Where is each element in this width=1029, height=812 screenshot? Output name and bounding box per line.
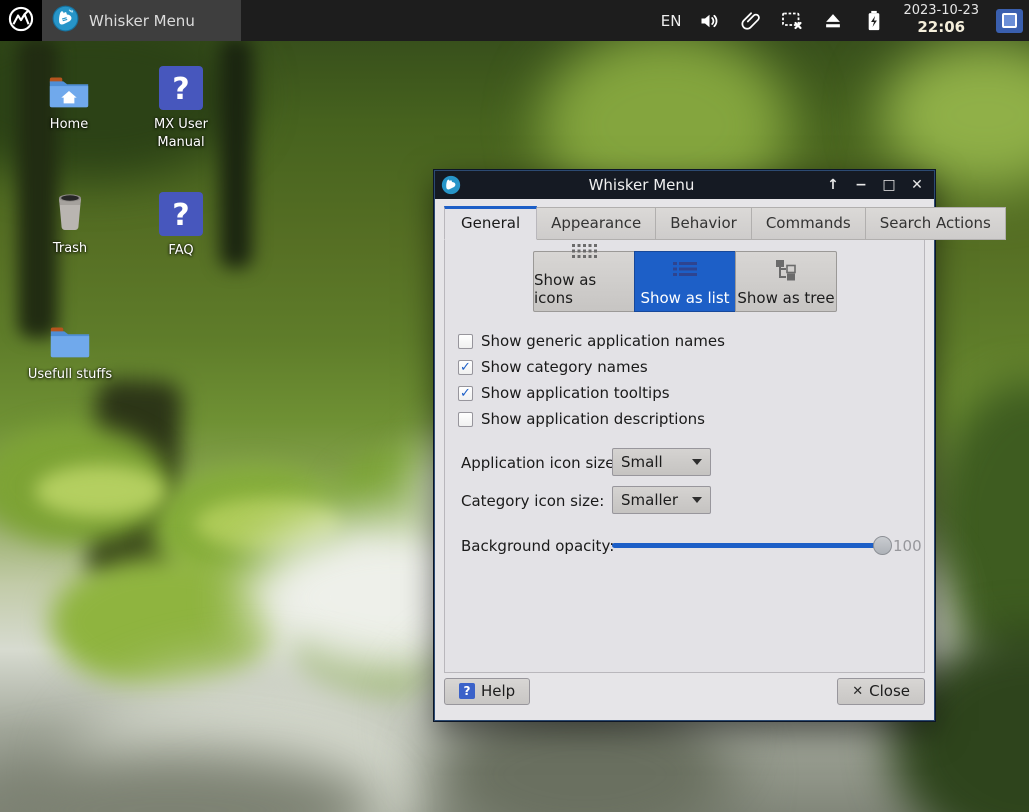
question-mark-icon: ? [158, 190, 204, 236]
checkbox-label: Show application tooltips [481, 384, 670, 402]
svg-text:?: ? [172, 198, 189, 233]
wallpaper-moss-highlight [35, 465, 165, 517]
window-controls: ↑ − □ ✕ [822, 174, 928, 196]
desktop-icon-trash[interactable]: Trash [22, 188, 118, 258]
select-value: Smaller [621, 491, 679, 509]
tree-view-icon [773, 259, 799, 285]
panel-date: 2023-10-23 [903, 3, 979, 19]
desktop-icon-label: Home [49, 117, 89, 132]
whisker-app-icon [52, 5, 79, 36]
battery-icon[interactable] [862, 9, 886, 33]
window-title: Whisker Menu [588, 176, 695, 194]
close-button-label: Close [869, 682, 910, 700]
category-icon-size-label: Category icon size: [461, 492, 605, 510]
background-opacity-slider[interactable] [612, 543, 882, 548]
taskbar-item-label: Whisker Menu [89, 11, 195, 30]
desktop-icon-usefull-stuffs[interactable]: Usefull stuffs [22, 314, 118, 384]
select-value: Small [621, 453, 663, 471]
trash-icon [47, 188, 93, 234]
help-button[interactable]: ? Help [444, 677, 531, 705]
checkbox-row-category-names[interactable]: ✓ Show category names [458, 357, 648, 377]
svg-text:?: ? [172, 72, 189, 107]
tab-appearance[interactable]: Appearance [536, 207, 657, 240]
window-whisker-icon [441, 175, 461, 195]
window-titlebar[interactable]: Whisker Menu ↑ − □ ✕ [435, 171, 934, 199]
list-view-icon [672, 261, 698, 285]
tab-behavior[interactable]: Behavior [655, 207, 752, 240]
show-as-tree-button[interactable]: Show as tree [735, 251, 837, 312]
checkbox-row-application-tooltips[interactable]: ✓ Show application tooltips [458, 383, 670, 403]
show-as-icons-button[interactable]: Show as icons [533, 244, 635, 312]
settings-tabbar: General Appearance Behavior Commands Sea… [444, 206, 1006, 240]
view-mode-button-group: Show as icons Show as list Show as tree [533, 244, 837, 312]
slider-value: 100 [893, 537, 922, 555]
checkbox[interactable]: ✓ [458, 411, 473, 427]
maximize-window-button[interactable]: □ [878, 174, 900, 196]
application-icon-size-select[interactable]: Small [612, 448, 711, 476]
checkbox[interactable]: ✓ [458, 359, 473, 375]
attachment-icon[interactable] [739, 9, 763, 33]
checkbox-row-application-descriptions[interactable]: ✓ Show application descriptions [458, 409, 705, 429]
show-as-list-button[interactable]: Show as list [634, 251, 736, 312]
general-tab-panel: Show as icons Show as list Show as tree … [444, 239, 925, 673]
checkbox[interactable]: ✓ [458, 385, 473, 401]
dialog-body: General Appearance Behavior Commands Sea… [435, 199, 1006, 720]
help-icon: ? [459, 683, 475, 699]
keyboard-layout-indicator[interactable]: EN [661, 12, 682, 30]
desktop-icon-home[interactable]: Home [21, 64, 117, 134]
dialog-action-row: ? Help ✕ Close [444, 673, 925, 720]
view-mode-label: Show as icons [534, 271, 597, 307]
checkbox[interactable]: ✓ [458, 333, 473, 349]
desktop-icon-label: MX User Manual [154, 117, 208, 150]
mx-logo-icon [7, 5, 35, 37]
desktop-icon-label: Trash [52, 241, 88, 256]
application-icon-size-label: Application icon size: [461, 454, 620, 472]
taskbar-item-whisker-menu[interactable]: Whisker Menu [42, 0, 241, 41]
tab-general[interactable]: General [444, 206, 538, 240]
system-tray: EN 2023-10-23 22:06 [661, 3, 1029, 37]
checkbox-label: Show category names [481, 358, 648, 376]
background-opacity-label: Background opacity: [461, 537, 615, 555]
workspace-switcher[interactable] [996, 8, 1023, 33]
grid-view-icon [571, 243, 597, 267]
view-mode-label: Show as tree [737, 289, 835, 307]
tab-search-actions[interactable]: Search Actions [864, 207, 1006, 240]
checkbox-label: Show generic application names [481, 332, 725, 350]
help-button-label: Help [481, 682, 516, 700]
checkbox-row-generic-names[interactable]: ✓ Show generic application names [458, 331, 725, 351]
checkbox-label: Show application descriptions [481, 410, 705, 428]
close-window-button[interactable]: ✕ [906, 174, 928, 196]
whisker-menu-settings-window: Whisker Menu ↑ − □ ✕ General Appearance … [434, 170, 1006, 721]
close-button[interactable]: ✕ Close [837, 677, 925, 705]
panel-time: 22:06 [917, 18, 966, 37]
home-folder-icon [46, 64, 92, 110]
view-mode-label: Show as list [640, 289, 730, 307]
desktop-icon-mx-user-manual[interactable]: ? MX User Manual [133, 64, 229, 151]
top-panel: Whisker Menu EN 2023-10-23 22:06 [0, 0, 1029, 41]
wallpaper-light-patch [880, 40, 1029, 190]
desktop-icon-label: Usefull stuffs [27, 367, 113, 382]
display-disabled-icon[interactable] [780, 9, 804, 33]
desktop-screen: Whisker Menu EN 2023-10-23 22:06 Home ? … [0, 0, 1029, 812]
tab-commands[interactable]: Commands [750, 207, 866, 240]
question-mark-icon: ? [158, 64, 204, 110]
close-icon: ✕ [852, 683, 864, 699]
volume-icon[interactable] [698, 9, 722, 33]
chevron-down-icon [692, 459, 702, 465]
mx-menu-button[interactable] [0, 0, 42, 41]
slider-handle[interactable] [873, 536, 892, 555]
clock[interactable]: 2023-10-23 22:06 [903, 3, 979, 37]
shade-window-button[interactable]: ↑ [822, 174, 844, 196]
eject-icon[interactable] [821, 9, 845, 33]
minimize-window-button[interactable]: − [850, 174, 872, 196]
desktop-icon-label: FAQ [168, 243, 194, 258]
chevron-down-icon [692, 497, 702, 503]
workspace-indicator [1002, 13, 1017, 28]
desktop-icon-faq[interactable]: ? FAQ [133, 190, 229, 260]
folder-icon [47, 314, 93, 360]
category-icon-size-select[interactable]: Smaller [612, 486, 711, 514]
